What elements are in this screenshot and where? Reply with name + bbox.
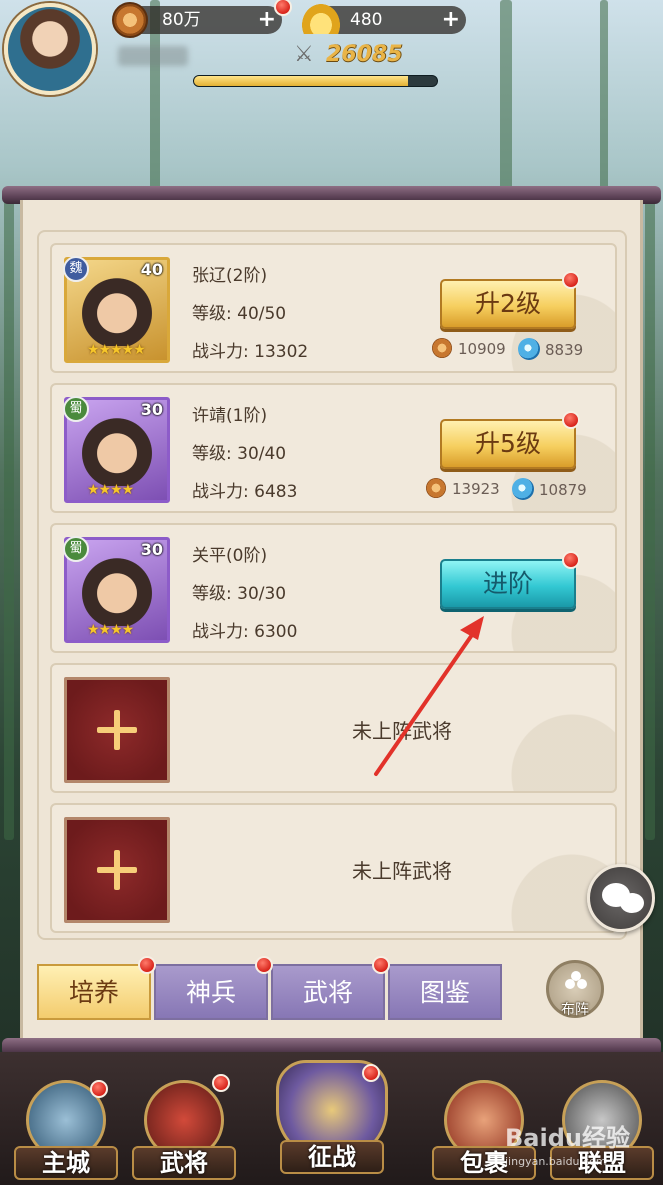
hero-portrait[interactable]: 蜀 30 ★★★★ — [63, 536, 170, 643]
faction-badge: 蜀 — [63, 396, 89, 422]
notification-dot — [212, 1074, 230, 1092]
add-ingots-button[interactable]: + — [442, 6, 460, 34]
cost-spirit-value: 10879 — [539, 481, 587, 499]
experience-bar — [193, 75, 438, 87]
copper-coin-icon — [426, 478, 446, 498]
hero-portrait[interactable]: 蜀 30 ★★★★ — [63, 396, 170, 503]
watermark: Baidu经验 jingyan.baidu.com — [505, 1118, 630, 1168]
chat-button[interactable] — [587, 864, 655, 932]
faction-badge: 魏 — [63, 256, 89, 282]
cost-coins: 13923 — [426, 478, 500, 498]
cost-spirit: 8839 — [518, 338, 583, 360]
plus-icon — [67, 820, 167, 920]
star-rating: ★★★★ — [87, 482, 134, 498]
formation-people-icon — [565, 971, 587, 995]
notification-dot — [255, 956, 273, 974]
spirit-orb-icon — [512, 478, 534, 500]
nav-main-city[interactable]: 主城 — [14, 1080, 118, 1180]
formation-label: 布阵 — [561, 1002, 589, 1018]
watermark-brand: Baidu经验 — [505, 1124, 630, 1152]
coin-resource: 80万 + — [112, 0, 292, 38]
hero-level-badge: 40 — [140, 260, 163, 279]
player-name-blurred — [118, 46, 188, 66]
hero-level-badge: 30 — [140, 400, 163, 419]
nav-label: 武将 — [132, 1146, 236, 1180]
level-up-button[interactable]: 升2级 — [440, 279, 576, 329]
add-hero-button[interactable] — [64, 817, 170, 923]
hero-portrait[interactable]: 魏 40 ★★★★★ — [63, 256, 170, 363]
cost-coins-value: 13923 — [452, 480, 500, 498]
nav-label: 征战 — [280, 1140, 384, 1174]
player-avatar[interactable] — [4, 3, 96, 95]
hero-level: 等级: 30/30 — [192, 584, 287, 604]
plus-icon — [67, 680, 167, 780]
hero-name: 许靖(1阶) — [192, 406, 268, 426]
faction-badge: 蜀 — [63, 536, 89, 562]
bamboo-stalk — [500, 0, 512, 200]
notification-dot — [562, 551, 580, 569]
spirit-orb-icon — [518, 338, 540, 360]
empty-hero-slot[interactable]: 未上阵武将 — [50, 663, 617, 793]
cost-spirit-value: 8839 — [545, 341, 584, 359]
notification-dot — [274, 0, 292, 16]
hero-card: 蜀 30 ★★★★ 关平(0阶) 等级: 30/30 战斗力: 6300 进阶 — [50, 523, 617, 653]
tab-cultivate[interactable]: 培养 — [37, 964, 151, 1020]
ingot-resource: 480 + — [302, 4, 466, 34]
advance-button[interactable]: 进阶 — [440, 559, 576, 609]
notification-dot — [562, 411, 580, 429]
empty-hero-slot[interactable]: 未上阵武将 — [50, 803, 617, 933]
notification-dot — [138, 956, 156, 974]
cost-coins: 10909 — [432, 338, 506, 358]
add-coins-button[interactable]: + — [258, 6, 276, 34]
hero-power: 战斗力: 6483 — [192, 482, 298, 502]
notification-dot — [562, 271, 580, 289]
tab-divine-weapon[interactable]: 神兵 — [154, 964, 268, 1020]
hero-level-badge: 30 — [140, 540, 163, 559]
empty-slot-label: 未上阵武将 — [352, 859, 452, 883]
notification-dot — [372, 956, 390, 974]
chat-bubble-icon — [620, 893, 644, 913]
nav-label: 主城 — [14, 1146, 118, 1180]
add-hero-button[interactable] — [64, 677, 170, 783]
empty-slot-label: 未上阵武将 — [352, 719, 452, 743]
notification-dot — [362, 1064, 380, 1082]
hero-face — [81, 548, 153, 626]
hero-level: 等级: 30/40 — [192, 444, 287, 464]
hero-power: 战斗力: 13302 — [192, 342, 309, 362]
tab-generals[interactable]: 武将 — [271, 964, 385, 1020]
crossed-swords-icon: ⚔ — [294, 42, 314, 67]
hero-level: 等级: 40/50 — [192, 304, 287, 324]
star-rating: ★★★★ — [87, 622, 134, 638]
notification-dot — [90, 1080, 108, 1098]
star-rating: ★★★★★ — [87, 342, 146, 358]
bamboo-stalk — [645, 200, 655, 840]
copper-coin-icon — [112, 2, 148, 38]
cost-spirit: 10879 — [512, 478, 587, 500]
hero-name: 张辽(2阶) — [192, 266, 268, 286]
watermark-url: jingyan.baidu.com — [505, 1155, 607, 1168]
hero-card: 蜀 30 ★★★★ 许靖(1阶) 等级: 30/40 战斗力: 6483 升5级… — [50, 383, 617, 513]
gold-ingot-icon — [302, 4, 340, 34]
copper-coin-icon — [432, 338, 452, 358]
ingot-amount: 480 — [350, 10, 383, 30]
tab-codex[interactable]: 图鉴 — [388, 964, 502, 1020]
coin-amount: 80万 — [162, 10, 201, 30]
experience-bar-fill — [194, 76, 408, 86]
cost-coins-value: 10909 — [458, 340, 506, 358]
formation-button[interactable]: 布阵 — [546, 960, 604, 1018]
total-power: 26085 — [326, 42, 403, 67]
level-up-button[interactable]: 升5级 — [440, 419, 576, 469]
hero-name: 关平(0阶) — [192, 546, 268, 566]
bamboo-stalk — [600, 0, 608, 200]
bamboo-stalk — [4, 200, 14, 840]
nav-generals[interactable]: 武将 — [132, 1074, 236, 1180]
nav-campaign[interactable]: 征战 — [276, 1060, 388, 1180]
hero-face — [81, 268, 153, 346]
hero-card: 魏 40 ★★★★★ 张辽(2阶) 等级: 40/50 战斗力: 13302 升… — [50, 243, 617, 373]
hero-power: 战斗力: 6300 — [192, 622, 298, 642]
hero-face — [81, 408, 153, 486]
